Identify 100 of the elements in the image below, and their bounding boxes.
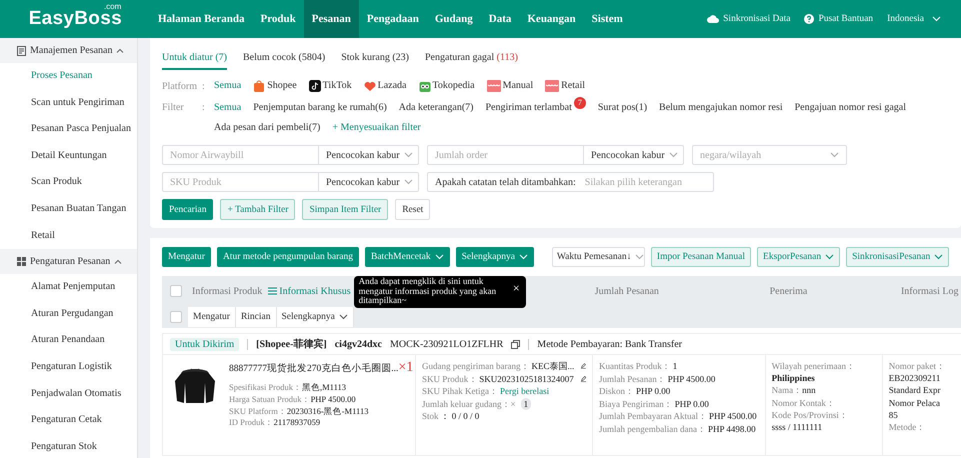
sidebar-group-title: Pengaturan Pesanan [30,256,110,268]
field-value: 21178937059 [274,417,320,430]
chevron-down-icon [830,152,839,158]
sidebar-group-header[interactable]: Pengaturan Pesanan [0,249,137,274]
action-button[interactable]: SinkronisasiPesanan [846,247,950,267]
sidebar-item[interactable]: Proses Pesanan [0,63,137,90]
logistics-text: Standard Expr [888,384,940,397]
filter-option[interactable]: Surat pos(1) [598,98,648,118]
status-tab[interactable]: Belum cocok (5804) [243,52,326,70]
sort-select[interactable]: Waktu Pemesanan↓ [552,247,645,267]
field-value: PHP 0.00 [636,385,670,398]
field-value: ssss / 1111111 [772,421,822,434]
sync-data-link[interactable]: Sinkronisasi Data [707,14,790,24]
field-label: Jumlah keluar gudang：× [422,398,516,410]
column-header: Jumlah Pesanan [594,286,659,296]
checkbox[interactable] [170,311,182,323]
chevron-down-icon [932,16,941,22]
shop-name: [Shopee-菲律宾] [256,337,327,351]
sidebar-item[interactable]: Pengaturan Stok [0,434,137,458]
filter-option[interactable]: Ada pesan dari pembeli(7) [214,118,320,138]
nav-tab[interactable]: Gudang [426,0,481,38]
logistics-text: Nomor Pelaca [888,396,940,409]
field-value: PHP 4500.00 [310,394,356,406]
status-tab[interactable]: Pengaturan gagal (113) [425,52,518,70]
search-button[interactable]: Pencarian [162,199,214,220]
sidebar-item[interactable]: Penjadwalan Otomatis [0,380,137,408]
nav-tab[interactable]: Produk [252,0,304,38]
platform-option[interactable]: Tokopedia [418,76,475,96]
nav-tab[interactable]: Sistem [584,0,631,38]
filter-option[interactable]: Penjemputan barang ke rumah(6) [253,98,387,118]
colon: : [202,80,206,92]
copy-icon[interactable] [511,340,520,348]
close-icon[interactable]: × [512,284,520,294]
action-button[interactable]: Atur metode pengumpulan barang [216,247,359,267]
status-tab[interactable]: Stok kurang (23) [341,52,409,70]
action-button[interactable]: Selengkapnya [456,247,534,267]
action-button[interactable]: Mengatur [162,247,211,267]
chevron-down-icon [668,152,678,158]
sidebar-item[interactable]: Retail [0,222,137,250]
field-label: Diskon： [599,385,634,398]
match-mode-select[interactable]: Pencocokan kabur [318,172,419,192]
filter-option[interactable]: Pengajuan nomor resi gagal [794,98,906,118]
platform-option[interactable]: Lazada [364,76,406,96]
sidebar-item[interactable]: Aturan Penandaan [0,327,137,354]
nav-tab[interactable]: Pengadaan [358,0,427,38]
platform-option[interactable]: Shopee [253,76,297,96]
nav-tab[interactable]: Keuangan [519,0,584,38]
sidebar-item[interactable]: Scan untuk Pengiriman [0,90,137,116]
sidebar-item[interactable]: Pengaturan Logistik [0,354,137,381]
pencil-icon[interactable] [580,374,586,384]
platform-option[interactable]: Retail [545,76,586,96]
filter-option[interactable]: Semua [214,98,242,118]
action-button[interactable]: Impor Pesanan Manual [650,247,752,267]
match-mode-select[interactable]: Pencocokan kabur [318,145,419,165]
column-header: Penerima [770,286,808,296]
sidebar-item[interactable]: Pesanan Pasca Penjualan [0,116,137,143]
sidebar-item[interactable]: Detail Keuntungan [0,142,137,170]
column-header: Informasi Produk [192,286,262,296]
link[interactable]: Pergi berelasi [500,385,550,398]
match-mode-select[interactable]: Pencocokan kabur [583,145,684,165]
customize-filter-link[interactable]: + Menyesuaikan filter [332,118,421,138]
action-button[interactable]: BatchMencetak [365,247,450,267]
music-note-icon [308,80,321,92]
logistics-text: 85 [888,408,898,422]
sidebar-group-title: Manajemen Pesanan [30,45,112,56]
nav-tab[interactable]: Halaman Beranda [150,0,252,38]
filter-option[interactable]: Belum mengajukan nomor resi [659,98,783,118]
filter-button[interactable]: + Tambah Filter [220,199,296,220]
note-select[interactable]: Apakah catatan telah ditambahkan: Silakan pilih keterangan [427,172,714,192]
filter-option[interactable]: Pengiriman terlambat 7 [485,98,586,118]
product-title[interactable]: 88877777现货批发270克白色小毛圈圆... [229,362,398,374]
field-label: SKU Produk： [422,372,478,385]
platform-option[interactable]: TikTok [308,76,352,96]
platform-option[interactable]: Manual [486,76,534,96]
action-button[interactable]: EksporPesanan [757,247,840,267]
sidebar-item[interactable]: Pesanan Buatan Tangan [0,196,137,223]
field-label: Jumlah Pesanan： [599,372,666,385]
field-label: Nama： [772,384,802,397]
sidebar-item[interactable]: Alamat Penjemputan [0,274,137,301]
sidebar-group-header[interactable]: Manajemen Pesanan [0,38,137,63]
nav-tab[interactable]: Pesanan [304,0,359,38]
checkbox[interactable] [170,285,182,297]
sidebar-item[interactable]: Scan Produk [0,169,137,196]
pencil-icon[interactable] [581,361,586,372]
filter-button[interactable]: Simpan Item Filter [302,199,388,220]
sidebar-item[interactable]: Pengaturan Cetak [0,407,137,434]
field-label: Kuantitas Produk： [599,360,671,372]
field-label: ID Produk： [229,417,274,430]
status-tab[interactable]: Untuk diatur (7) [162,52,227,70]
nav-tab[interactable]: Data [480,0,520,38]
help-center-link[interactable]: Pusat Bantuan [804,14,874,24]
chevron-down-icon [404,152,413,158]
language-select[interactable]: Indonesia [887,14,941,24]
filter-option[interactable]: Ada keterangan(7) [398,98,474,118]
filter-button[interactable]: Reset [395,199,430,220]
platform-option[interactable]: Semua [214,76,242,96]
payment-method: Metode Pembayaran: Bank Transfer [537,338,682,350]
field-value: 1 [672,360,678,372]
field-value: 20230316-黑色-M1113 [286,406,368,418]
sidebar-item[interactable]: Aturan Pergudangan [0,300,137,328]
